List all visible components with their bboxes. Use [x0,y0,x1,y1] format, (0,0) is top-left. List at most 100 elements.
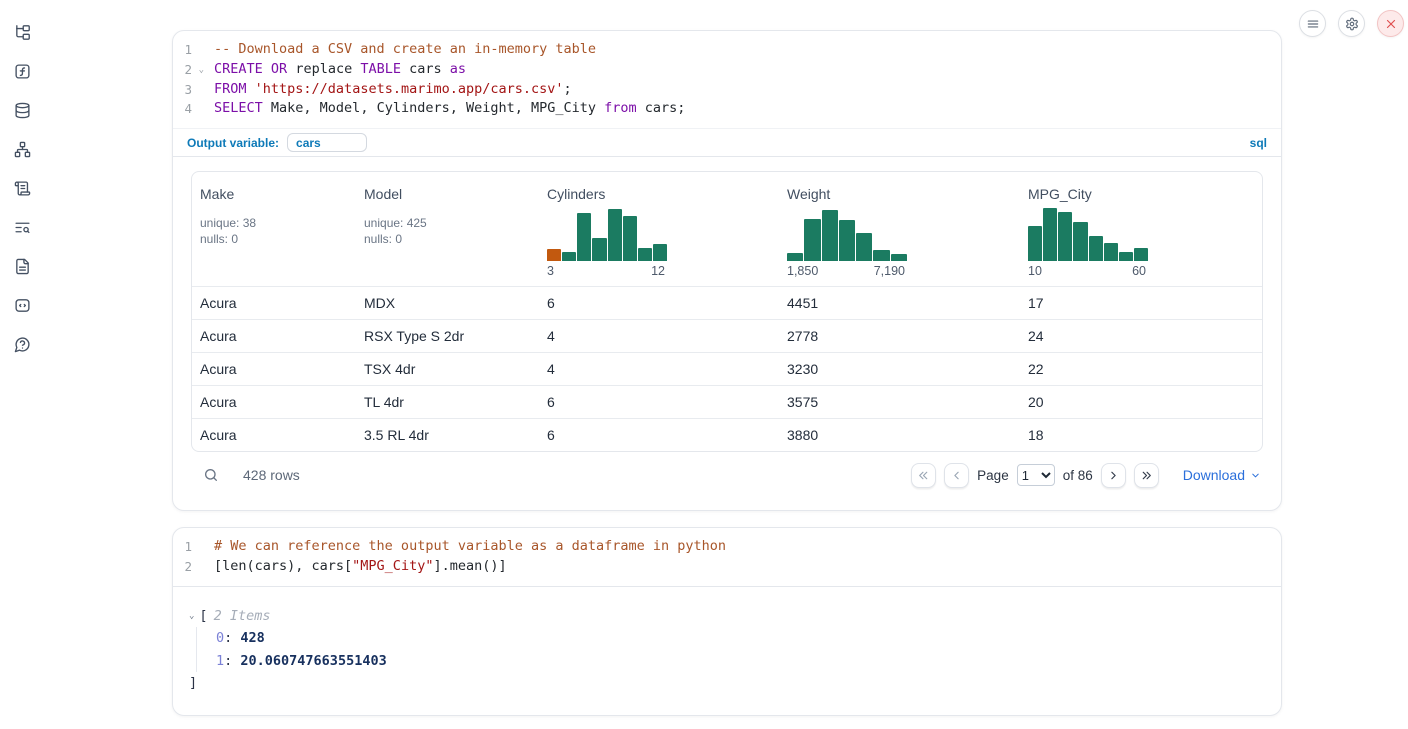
table-cell: RSX Type S 2dr [356,328,539,344]
code-token: ].mean()] [433,558,506,574]
table-row[interactable]: Acura3.5 RL 4dr6388018 [192,418,1262,451]
code-token: [len(cars), cars[ [214,558,352,574]
code-token: CREATE [214,61,263,77]
histogram-min-label: 10 [1028,264,1042,278]
code-token: FROM [214,81,247,97]
helper-sidebar [0,0,44,729]
close-bracket: ] [189,672,1263,695]
histogram-bar [562,252,576,261]
page-label: Page [977,468,1009,483]
code-token: from [604,100,637,116]
column-header-label[interactable]: Model [364,186,531,202]
data-table: Makeunique: 38nulls: 0 Model unique: 425nu… [191,171,1263,452]
column-header-label[interactable]: Weight [787,186,1012,202]
table-row[interactable]: AcuraTL 4dr6357520 [192,385,1262,418]
previous-page-button[interactable] [944,463,969,488]
tree-header[interactable]: ⌄[2 Items [189,605,1263,628]
dependency-graph-icon[interactable] [12,139,32,159]
chevron-right-icon [1107,469,1120,482]
column-header-label[interactable]: Cylinders [547,186,771,202]
menu-button[interactable] [1299,10,1326,37]
line-number: 4 [173,99,204,119]
table-body: AcuraMDX6445117AcuraRSX Type S 2dr427782… [192,286,1262,451]
table-cell: 4451 [779,295,1020,311]
chevron-down-icon [1250,470,1261,481]
collapse-chevron-icon[interactable]: ⌄ [189,611,194,621]
page-select[interactable]: 1 [1017,464,1055,486]
column-stat: nulls: 0 [364,231,531,247]
table-row[interactable]: AcuraMDX6445117 [192,286,1262,319]
last-page-button[interactable] [1134,463,1159,488]
next-page-button[interactable] [1101,463,1126,488]
column-header-label[interactable]: MPG_City [1028,186,1254,202]
code-line[interactable]: 3FROM 'https://datasets.marimo.app/cars.… [173,80,1281,100]
fold-toggle-icon[interactable]: ⌄ [199,61,204,81]
table-cell: 3575 [779,394,1020,410]
column-stat: nulls: 0 [200,231,348,247]
search-icon[interactable] [201,465,221,485]
histogram-max-label: 60 [1132,264,1146,278]
sql-code-editor[interactable]: 1-- Download a CSV and create an in-memo… [173,31,1281,128]
language-badge: sql [1250,136,1267,150]
histogram-bar [839,220,855,261]
table-cell: 22 [1020,361,1262,377]
document-icon[interactable] [12,256,32,276]
code-line[interactable]: 4SELECT Make, Model, Cylinders, Weight, … [173,99,1281,119]
table-row[interactable]: AcuraTSX 4dr4323022 [192,352,1262,385]
page-total-label: of 86 [1063,468,1093,483]
code-line[interactable]: 1# We can reference the output variable … [173,537,1281,557]
code-line[interactable]: 2[len(cars), cars["MPG_City"].mean()] [173,557,1281,577]
code-line[interactable]: 2⌄CREATE OR replace TABLE cars as [173,60,1281,80]
database-icon[interactable] [12,100,32,120]
menu-icon [1306,17,1320,31]
code-text: CREATE OR replace TABLE cars as [204,60,466,80]
help-icon[interactable] [12,334,32,354]
scroll-icon[interactable] [12,178,32,198]
table-cell: 4 [539,361,779,377]
shutdown-button[interactable] [1377,10,1404,37]
table-cell: 17 [1020,295,1262,311]
table-cell: 3.5 RL 4dr [356,427,539,443]
histogram-bar [856,233,872,261]
histogram-bar [1028,226,1042,261]
sql-cell: 1 -- Download a CSV and create an in-memo… [172,30,1282,511]
code-token: OR [271,61,287,77]
first-page-button[interactable] [911,463,936,488]
settings-button[interactable] [1338,10,1365,37]
file-tree-icon[interactable] [12,22,32,42]
histogram-max-label: 7,190 [874,264,905,278]
column-header-label[interactable]: Make [200,186,348,202]
column-header: Makeunique: 38nulls: 0 [192,172,356,286]
table-cell: MDX [356,295,539,311]
items-count-label: 2 Items [214,608,271,624]
logs-icon[interactable] [12,217,32,237]
column-histogram: 10 60 [1028,207,1148,278]
download-label: Download [1183,467,1245,483]
code-token: -- Download a CSV and create an in-memor… [214,41,596,57]
sql-output-area: Makeunique: 38nulls: 0 Model unique: 425nu… [173,157,1281,510]
download-button[interactable]: Download [1183,467,1261,483]
python-code-editor[interactable]: 1# We can reference the output variable … [173,528,1281,586]
code-line[interactable]: 1-- Download a CSV and create an in-memo… [173,40,1281,60]
histogram-bar [653,244,667,261]
column-header: Cylinders312 [539,172,779,286]
gear-icon [1345,17,1359,31]
entry-value: 428 [240,630,264,646]
output-variable-input[interactable] [287,133,367,152]
table-cell: 24 [1020,328,1262,344]
notebook: 1 -- Download a CSV and create an in-memo… [172,30,1282,716]
code-token [263,61,271,77]
histogram-range-labels: 1,850 7,190 [787,264,907,278]
table-cell: TL 4dr [356,394,539,410]
code-token: ; [564,81,572,97]
table-cell: Acura [192,394,356,410]
function-icon[interactable] [12,61,32,81]
column-stats: unique: 425nulls: 0 [364,215,531,247]
histogram-min-label: 1,850 [787,264,818,278]
code-snippet-icon[interactable] [12,295,32,315]
entry-index: 0 [216,630,224,646]
table-cell: 3880 [779,427,1020,443]
table-row[interactable]: AcuraRSX Type S 2dr4277824 [192,319,1262,352]
histogram-bar [1089,236,1103,261]
table-cell: 18 [1020,427,1262,443]
